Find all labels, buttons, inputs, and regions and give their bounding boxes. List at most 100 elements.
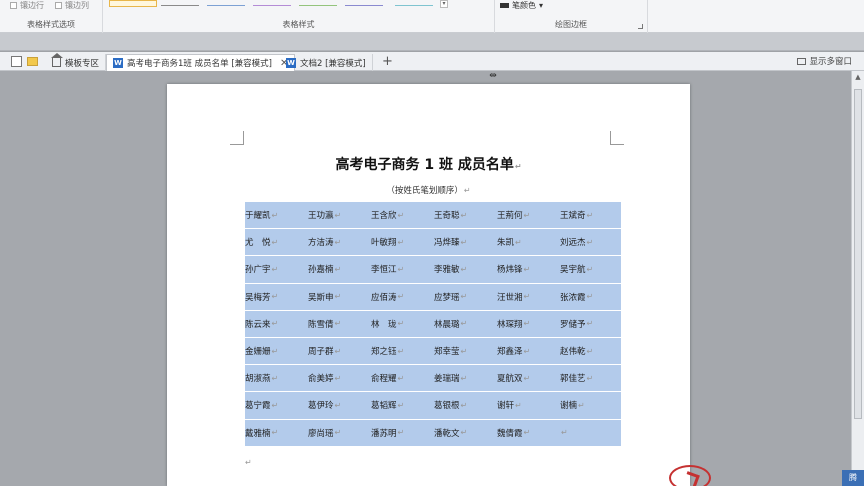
paragraph-mark: ↵ (334, 400, 342, 410)
table-cell[interactable]: 陈雪倩 ↵ (306, 311, 369, 337)
table-cell[interactable]: 王奇聪 ↵ (432, 202, 495, 228)
table-cell[interactable]: 葛银根 ↵ (432, 392, 495, 418)
paragraph-mark: ↵ (460, 400, 468, 410)
new-document-icon[interactable] (11, 56, 22, 67)
table-cell[interactable]: 方洁涛 ↵ (306, 229, 369, 255)
table-cell[interactable]: 应梦瑶 ↵ (432, 284, 495, 310)
table-cell[interactable]: 林晨璐 ↵ (432, 311, 495, 337)
table-cell[interactable]: 尤 悦 ↵ (245, 229, 306, 255)
table-cell[interactable]: 林琛翔 ↵ (495, 311, 558, 337)
table-row: 金姗姗 ↵ 周子群 ↵ 郑之钰 ↵ 郑幸莹 ↵ 郑鑫泽 ↵ 赵伟乾 ↵ (245, 338, 621, 366)
table-cell[interactable]: 汪世湘 ↵ (495, 284, 558, 310)
paragraph-mark: ↵ (397, 264, 405, 274)
table-cell[interactable]: 孙广宇 ↵ (245, 256, 306, 282)
scrollbar-thumb[interactable] (854, 89, 862, 419)
table-style-swatch[interactable] (253, 0, 291, 6)
ribbon-collapse-strip (0, 33, 864, 51)
table-cell[interactable]: 胡淑燕 ↵ (245, 365, 306, 391)
table-cell[interactable]: 戴雅楠 ↵ (245, 420, 306, 446)
table-cell[interactable]: 王功瀛 ↵ (306, 202, 369, 228)
styles-more-icon[interactable]: ▾ (440, 0, 448, 8)
table-style-swatch[interactable] (109, 0, 157, 7)
table-cell[interactable]: 姜瑞瑞 ↵ (432, 365, 495, 391)
table-cell[interactable]: 郑幸莹 ↵ (432, 338, 495, 364)
tab-templates[interactable]: 模板专区 (46, 53, 107, 71)
table-cell[interactable]: 郭佳艺 ↵ (558, 365, 621, 391)
open-folder-icon[interactable] (27, 57, 38, 66)
member-table[interactable]: 于耀凯 ↵ 王功瀛 ↵ 王含欣 ↵ 王奇聪 ↵ 王荊何 ↵ 王斌奇 ↵ 尤 悦 ↵ 方洁涛 ↵ 叶敏翔 ↵ 冯烨臻 ↵… (245, 202, 621, 447)
table-cell[interactable]: 金姗姗 ↵ (245, 338, 306, 364)
table-cell[interactable]: 王斌奇 ↵ (558, 202, 621, 228)
document-title: 高考电子商务 1 班 成员名单↵ (335, 157, 522, 173)
table-cell[interactable]: 潘苏明 ↵ (369, 420, 432, 446)
table-cell[interactable]: 吴斯申 ↵ (306, 284, 369, 310)
pen-color-dropdown[interactable]: 笔颜色 ▾ (500, 0, 543, 11)
table-cell[interactable]: 叶敏翔 ↵ (369, 229, 432, 255)
table-cell[interactable]: 俞美婷 ↵ (306, 365, 369, 391)
table-cell[interactable]: 俞程耀 ↵ (369, 365, 432, 391)
table-cell[interactable]: 于耀凯 ↵ (245, 202, 306, 228)
member-name: 林 珑 (371, 319, 397, 330)
table-cell[interactable]: 王含欣 ↵ (369, 202, 432, 228)
table-style-swatch[interactable] (207, 0, 245, 6)
member-name: 吴宇航 (560, 265, 586, 276)
table-style-swatch[interactable] (395, 0, 433, 6)
table-cell[interactable]: 王荊何 ↵ (495, 202, 558, 228)
table-cell[interactable]: 吴宇航 ↵ (558, 256, 621, 282)
table-cell[interactable]: 李雅敏 ↵ (432, 256, 495, 282)
table-cell[interactable]: 李恒江 ↵ (369, 256, 432, 282)
table-cell[interactable]: ↵ (558, 420, 621, 446)
table-cell[interactable]: 应佰涛 ↵ (369, 284, 432, 310)
table-cell[interactable]: 葛韬辉 ↵ (369, 392, 432, 418)
word-doc-icon: W (113, 58, 123, 68)
table-cell[interactable]: 谢轩 ↵ (495, 392, 558, 418)
tab-document2[interactable]: W 文档2 [兼容模式] (280, 54, 373, 71)
member-name: 于耀凯 (245, 211, 271, 222)
tab-member-list[interactable]: W 高考电子商务1班 成员名单 [兼容模式] ✕ (106, 54, 296, 71)
multi-window-button[interactable]: 显示多窗口 (797, 55, 852, 67)
table-cell[interactable]: 杨炜锋 ↵ (495, 256, 558, 282)
table-cell[interactable]: 吴梅芳 ↵ (245, 284, 306, 310)
table-cell[interactable]: 孙嘉楠 ↵ (306, 256, 369, 282)
table-cell[interactable]: 廖尚瑶 ↵ (306, 420, 369, 446)
table-cell[interactable]: 潘乾文 ↵ (432, 420, 495, 446)
table-cell[interactable]: 夏航双 ↵ (495, 365, 558, 391)
paragraph-mark: ↵ (515, 237, 522, 247)
table-cell[interactable]: 魏倩霞 ↵ (495, 420, 558, 446)
table-cell[interactable]: 葛宁霞 ↵ (245, 392, 306, 418)
banded-rows-checkbox[interactable]: 镶边行 (10, 0, 44, 11)
table-cell[interactable]: 罗储予 ↵ (558, 311, 621, 337)
paragraph-mark: ↵ (586, 210, 594, 220)
table-cell[interactable]: 谢楠 ↵ (558, 392, 621, 418)
vertical-scrollbar[interactable]: ▲ (851, 71, 864, 486)
table-cell[interactable]: 赵伟乾 ↵ (558, 338, 621, 364)
table-style-swatch[interactable] (345, 0, 383, 6)
member-name: 王斌奇 (560, 211, 586, 222)
table-cell[interactable]: 冯烨臻 ↵ (432, 229, 495, 255)
table-cell[interactable]: 郑鑫泽 ↵ (495, 338, 558, 364)
table-cell[interactable]: 张浓霞 ↵ (558, 284, 621, 310)
table-cell[interactable]: 刘远杰 ↵ (558, 229, 621, 255)
member-name: 方洁涛 (308, 238, 334, 249)
paragraph-mark: ↵ (397, 210, 405, 220)
document-page[interactable]: 高考电子商务 1 班 成员名单↵ （按姓氏笔划顺序）↵ 于耀凯 ↵ 王功瀛 ↵ 王含欣 ↵… (167, 84, 690, 486)
banded-columns-checkbox[interactable]: 镶边列 (55, 0, 89, 11)
paragraph-mark: ↵ (460, 346, 468, 356)
table-cell[interactable]: 朱凯 ↵ (495, 229, 558, 255)
scroll-up-icon[interactable]: ▲ (852, 73, 864, 81)
new-tab-button[interactable]: + (382, 54, 393, 69)
corner-button[interactable]: 腾 (842, 470, 864, 486)
table-style-swatch[interactable] (161, 0, 199, 6)
table-cell[interactable]: 周子群 ↵ (306, 338, 369, 364)
member-name: 刘远杰 (560, 238, 586, 249)
table-style-swatch[interactable] (299, 0, 337, 6)
member-name: 谢轩 (497, 401, 515, 412)
group-label: 绘图边框 (555, 20, 587, 29)
split-handle-icon[interactable]: ⇹ (488, 71, 498, 81)
dialog-launcher-icon[interactable] (638, 24, 643, 29)
table-cell[interactable]: 葛伊玲 ↵ (306, 392, 369, 418)
table-cell[interactable]: 陈云来 ↵ (245, 311, 306, 337)
table-cell[interactable]: 郑之钰 ↵ (369, 338, 432, 364)
table-cell[interactable]: 林 珑 ↵ (369, 311, 432, 337)
paragraph-mark: ↵ (460, 373, 468, 383)
